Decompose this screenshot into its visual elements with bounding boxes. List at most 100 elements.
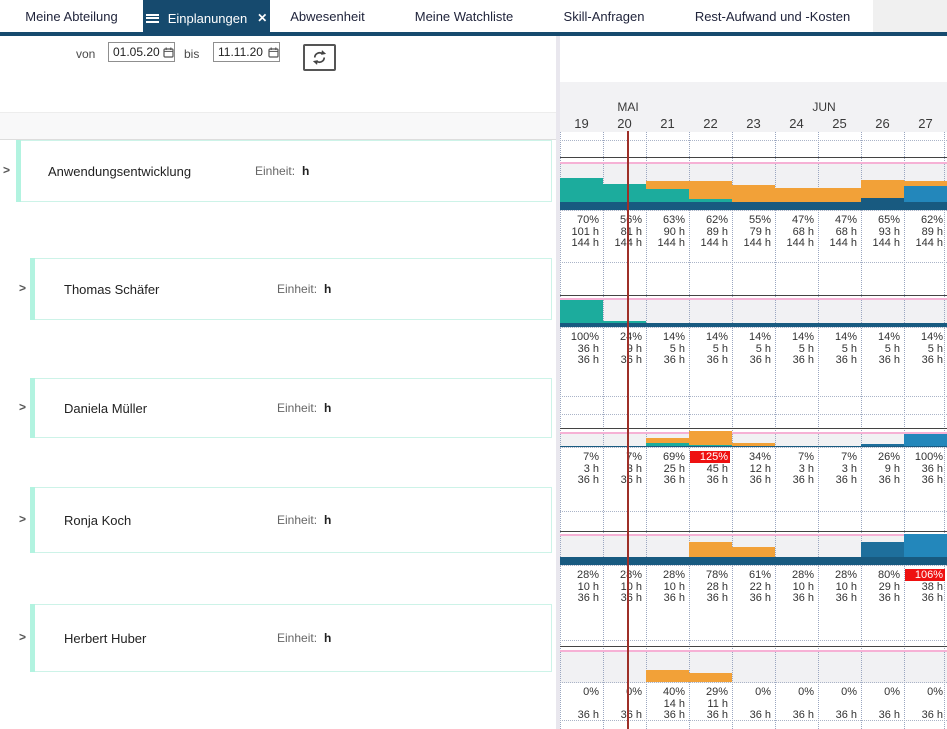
pane-splitter[interactable] xyxy=(556,36,560,729)
load-bar-segment[interactable] xyxy=(689,181,732,198)
load-bar-segment[interactable] xyxy=(689,445,732,446)
value-capacity: 36 h xyxy=(905,709,945,721)
load-bar-segment[interactable] xyxy=(689,446,732,447)
value-percent: 0% xyxy=(733,686,773,698)
load-bar-segment[interactable] xyxy=(732,443,775,447)
load-bar-segment[interactable] xyxy=(775,323,818,327)
row-separator xyxy=(560,262,947,263)
tab-skill-anfragen[interactable]: Skill-Anfragen xyxy=(533,0,675,32)
load-bar-segment[interactable] xyxy=(689,199,732,202)
load-bar-segment[interactable] xyxy=(904,202,947,210)
load-bar-segment[interactable] xyxy=(861,444,904,446)
unit-label: Einheit: xyxy=(277,401,317,415)
load-bar-segment[interactable] xyxy=(732,446,775,447)
load-bar-segment[interactable] xyxy=(689,557,732,565)
load-bar-segment[interactable] xyxy=(775,188,818,202)
load-bar-segment[interactable] xyxy=(646,670,689,682)
expand-chevron-icon[interactable]: > xyxy=(3,163,10,177)
load-bar-segment[interactable] xyxy=(732,202,775,210)
load-bar-segment[interactable] xyxy=(603,184,646,202)
tab-abwesenheit[interactable]: Abwesenheit xyxy=(270,0,385,32)
load-bar-segment[interactable] xyxy=(560,202,603,210)
refresh-button[interactable] xyxy=(303,44,336,71)
tab-bar-filler xyxy=(873,0,947,32)
bis-date-input[interactable] xyxy=(218,45,266,59)
load-bar-segment[interactable] xyxy=(818,202,861,210)
tab-rest-aufwand-und-kosten[interactable]: Rest-Aufwand und -Kosten xyxy=(675,0,870,32)
load-bar-segment[interactable] xyxy=(818,188,861,202)
load-bar-segment[interactable] xyxy=(818,323,861,327)
load-bar-segment[interactable] xyxy=(818,446,861,447)
load-bar-segment[interactable] xyxy=(646,189,689,202)
load-bar-segment[interactable] xyxy=(904,186,947,203)
load-bar-segment[interactable] xyxy=(861,446,904,447)
load-bar-segment[interactable] xyxy=(732,323,775,327)
tab-meine-watchliste[interactable]: Meine Watchliste xyxy=(395,0,533,32)
value-percent: 7% xyxy=(819,451,859,463)
expand-chevron-icon[interactable]: > xyxy=(19,400,26,414)
load-bar-segment[interactable] xyxy=(904,534,947,557)
load-bar-segment[interactable] xyxy=(646,323,689,327)
load-bar-segment[interactable] xyxy=(560,300,603,323)
von-date-input[interactable] xyxy=(113,45,161,59)
load-bar-segment[interactable] xyxy=(732,185,775,202)
value-capacity: 36 h xyxy=(776,474,816,486)
von-date-input-wrap xyxy=(108,42,175,62)
expand-chevron-icon[interactable]: > xyxy=(19,630,26,644)
load-bar-segment[interactable] xyxy=(861,198,904,210)
value-planned: 36 h xyxy=(561,343,601,355)
value-percent: 56% xyxy=(604,214,644,226)
load-bar-segment[interactable] xyxy=(775,557,818,565)
value-planned xyxy=(561,698,601,710)
load-bar-segment[interactable] xyxy=(560,323,603,327)
load-bar-segment[interactable] xyxy=(646,557,689,565)
load-bar-segment[interactable] xyxy=(775,202,818,210)
load-bar-segment[interactable] xyxy=(904,434,947,446)
capacity-line xyxy=(560,650,947,652)
load-bar-segment[interactable] xyxy=(646,446,689,447)
value-percent: 100% xyxy=(561,331,601,343)
load-bar-segment[interactable] xyxy=(689,673,732,682)
value-capacity: 36 h xyxy=(819,592,859,604)
load-bar-segment[interactable] xyxy=(603,202,646,210)
load-bar-segment[interactable] xyxy=(904,181,947,185)
load-bar-segment[interactable] xyxy=(689,202,732,210)
load-bar-segment[interactable] xyxy=(603,323,646,327)
tab-einplanungen[interactable]: Einplanungen ✕ xyxy=(143,0,270,36)
load-bar-segment[interactable] xyxy=(689,431,732,445)
load-bar-segment[interactable] xyxy=(646,438,689,443)
value-capacity: 36 h xyxy=(776,592,816,604)
load-bar-segment[interactable] xyxy=(603,557,646,565)
value-planned: 68 h xyxy=(819,226,859,238)
close-icon[interactable]: ✕ xyxy=(257,11,267,25)
row-name: Herbert Huber xyxy=(64,631,146,646)
load-bar-segment[interactable] xyxy=(861,542,904,557)
load-bar-segment[interactable] xyxy=(560,178,603,202)
load-bar-segment[interactable] xyxy=(732,547,775,557)
load-bar-segment[interactable] xyxy=(560,446,603,447)
load-bar-segment[interactable] xyxy=(689,323,732,327)
load-bar-segment[interactable] xyxy=(904,557,947,565)
load-bar-segment[interactable] xyxy=(732,557,775,565)
load-bar-segment[interactable] xyxy=(775,446,818,447)
load-bar-segment[interactable] xyxy=(646,443,689,446)
load-bar-segment[interactable] xyxy=(689,542,732,557)
load-bar-segment[interactable] xyxy=(861,557,904,565)
expand-chevron-icon[interactable]: > xyxy=(19,512,26,526)
load-bar-segment[interactable] xyxy=(861,180,904,198)
load-bar-segment[interactable] xyxy=(603,321,646,324)
menu-icon[interactable] xyxy=(146,14,159,23)
calendar-icon[interactable] xyxy=(268,47,279,58)
calendar-icon[interactable] xyxy=(163,47,174,58)
load-bar-segment[interactable] xyxy=(646,202,689,210)
load-bar-segment[interactable] xyxy=(646,181,689,189)
load-bar-segment[interactable] xyxy=(603,446,646,447)
limit-line xyxy=(560,157,947,158)
load-bar-segment[interactable] xyxy=(904,323,947,327)
load-bar-segment[interactable] xyxy=(904,446,947,447)
load-bar-segment[interactable] xyxy=(818,557,861,565)
load-bar-segment[interactable] xyxy=(861,323,904,327)
load-bar-segment[interactable] xyxy=(560,557,603,565)
tab-meine-abteilung[interactable]: Meine Abteilung xyxy=(0,0,143,32)
expand-chevron-icon[interactable]: > xyxy=(19,281,26,295)
